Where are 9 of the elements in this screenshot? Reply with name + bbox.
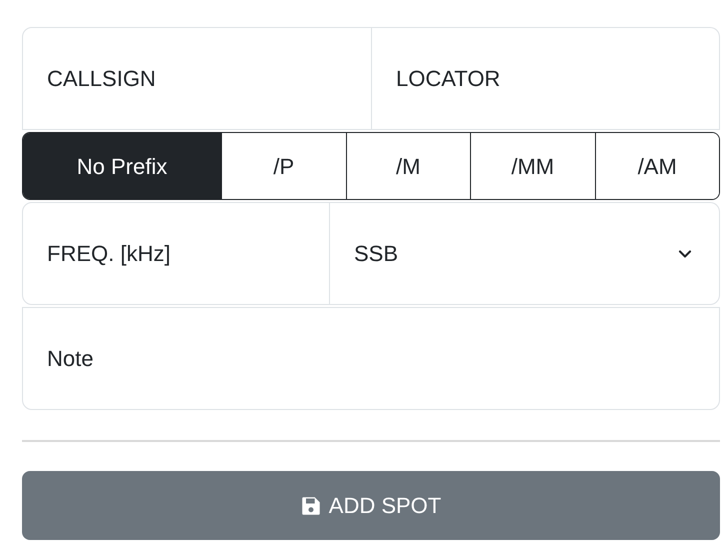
mode-select[interactable]: SSB — [330, 202, 720, 305]
add-spot-button[interactable]: ADD SPOT — [22, 471, 720, 540]
callsign-field[interactable]: CALLSIGN — [22, 27, 372, 130]
frequency-field[interactable]: FREQ. [kHz] — [22, 202, 330, 305]
prefix-tab[interactable]: /AM — [594, 133, 719, 199]
note-field[interactable]: Note — [22, 307, 720, 410]
locator-field[interactable]: LOCATOR — [372, 27, 720, 130]
mode-value: SSB — [354, 240, 398, 268]
prefix-tab[interactable]: No Prefix — [23, 133, 221, 199]
